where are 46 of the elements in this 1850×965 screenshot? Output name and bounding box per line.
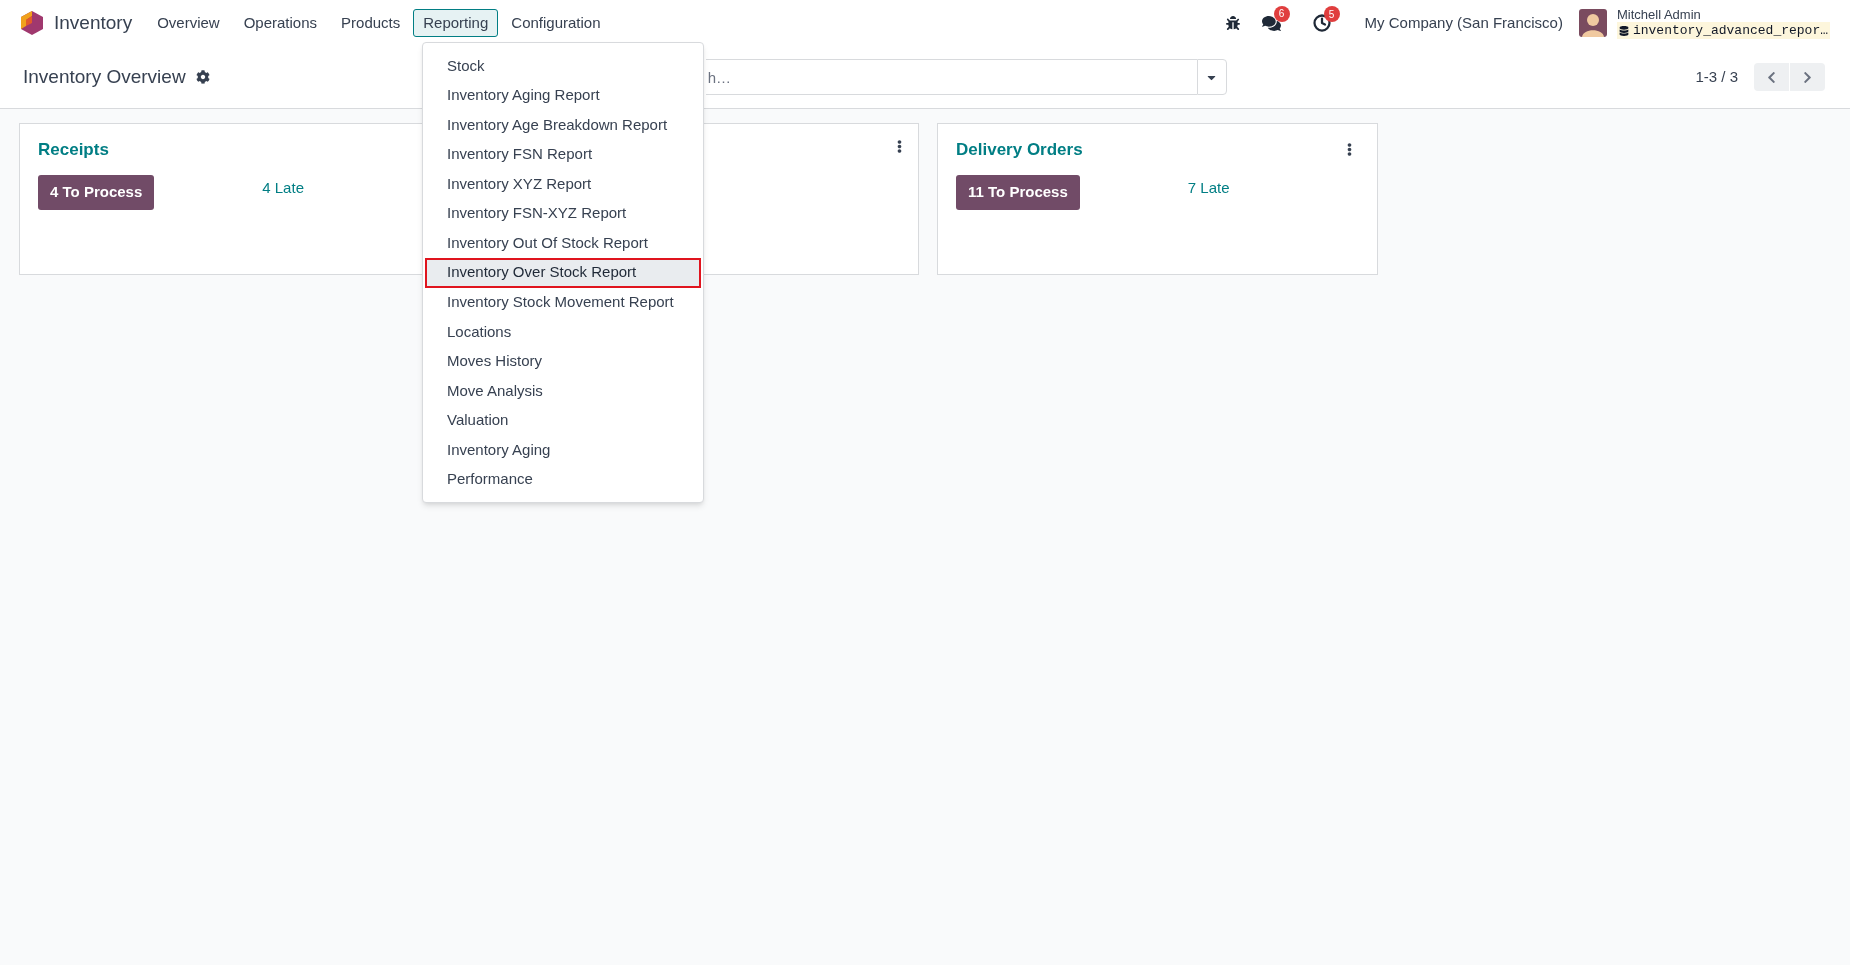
page-title: Inventory Overview — [23, 64, 186, 89]
menu-tab[interactable]: Reporting — [413, 9, 499, 37]
dropdown-item[interactable]: Locations — [425, 317, 701, 347]
notification-badge: 6 — [1273, 5, 1290, 22]
dropdown-item[interactable]: Inventory Aging Report — [425, 80, 701, 110]
chevron-left-icon — [1765, 70, 1778, 84]
company-name[interactable]: My Company (San Francisco) — [1364, 11, 1563, 35]
dropdown-item[interactable]: Performance — [425, 464, 701, 494]
dropdown-item[interactable]: Moves History — [425, 346, 701, 376]
notification-badge: 5 — [1323, 6, 1340, 22]
user-name[interactable]: Mitchell Admin — [1616, 7, 1830, 22]
app-logo-icon[interactable] — [20, 10, 44, 36]
search-field[interactable]: h… — [705, 59, 1197, 95]
database-icon — [1618, 25, 1629, 36]
dropdown-item[interactable]: Inventory Stock Movement Report — [425, 287, 701, 317]
dropdown-item[interactable]: Inventory Age Breakdown Report — [425, 110, 701, 140]
dropdown-item[interactable]: Inventory FSN-XYZ Report — [425, 198, 701, 228]
menu-tab[interactable]: Operations — [232, 9, 329, 37]
late-link[interactable]: 4 Late — [262, 176, 304, 199]
dropdown-item[interactable]: Move Analysis — [425, 376, 701, 406]
menu-tab[interactable]: Products — [330, 9, 412, 37]
chat-icon[interactable] — [1261, 13, 1281, 33]
menu-tab[interactable]: Configuration — [500, 9, 612, 37]
menu-tab[interactable]: Overview — [146, 9, 231, 37]
dropdown-item[interactable]: Inventory Out Of Stock Report — [425, 228, 701, 258]
dropdown-item[interactable]: Valuation — [425, 405, 701, 435]
next-button[interactable] — [1790, 63, 1825, 91]
avatar-icon[interactable] — [1578, 9, 1607, 37]
clock-icon[interactable] — [1312, 14, 1331, 32]
chevron-right-icon — [1801, 70, 1814, 84]
dropdown-item[interactable]: Inventory Aging — [425, 435, 701, 465]
card-title[interactable]: Delivery Orders — [956, 137, 1083, 163]
database-badge: inventory_advanced_repor… — [1616, 22, 1830, 39]
app-name[interactable]: Inventory — [54, 8, 133, 38]
to-process-button[interactable]: 11 To Process — [956, 174, 1080, 210]
dropdown-item[interactable]: Inventory XYZ Report — [425, 169, 701, 199]
bug-icon[interactable] — [1225, 16, 1240, 30]
previous-button[interactable] — [1754, 63, 1789, 91]
dropdown-item[interactable]: Inventory FSN Report — [425, 139, 701, 169]
settings-icon[interactable] — [195, 70, 210, 84]
dropdown-item[interactable]: Inventory Over Stock Report — [425, 257, 701, 288]
dropdown-item[interactable]: Stock — [425, 51, 701, 81]
to-process-button[interactable]: 4 To Process — [38, 174, 155, 210]
late-link[interactable]: 7 Late — [1187, 176, 1230, 199]
pager-value: 1-3 / 3 — [1695, 66, 1738, 87]
card-title[interactable]: Receipts — [38, 137, 109, 163]
